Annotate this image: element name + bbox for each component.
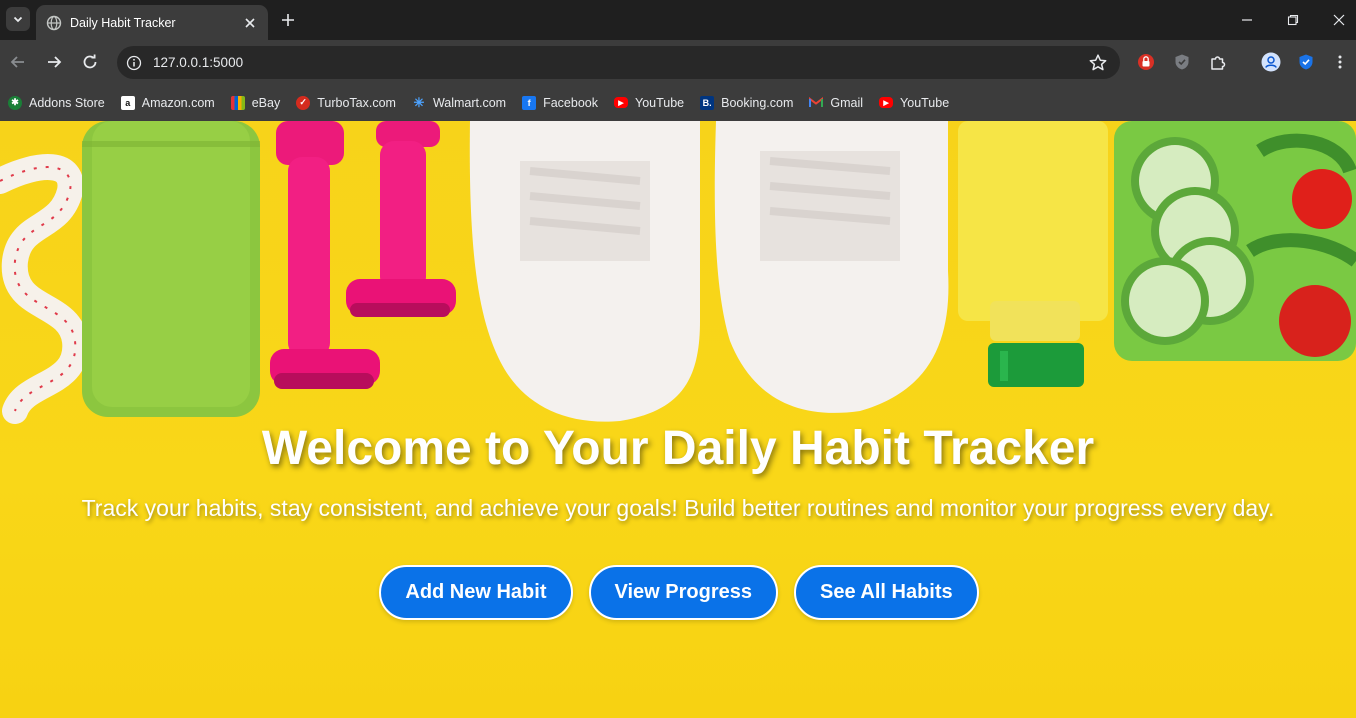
youtube-icon: ▶ [614, 97, 628, 108]
browser-toolbar: 127.0.0.1:5000 [0, 40, 1356, 84]
bookmark-turbotax[interactable]: ✓ TurboTax.com [296, 89, 404, 117]
walmart-icon: ✳ [413, 94, 425, 110]
bookmark-walmart[interactable]: ✳ Walmart.com [412, 89, 514, 117]
forward-button[interactable] [42, 50, 66, 74]
towel-icon [82, 121, 260, 417]
extension-password-button[interactable] [1296, 52, 1316, 72]
view-progress-button[interactable]: View Progress [588, 565, 778, 620]
youtube-icon: ▶ [879, 97, 894, 108]
extension-lock-button[interactable] [1136, 52, 1156, 72]
extension-shield-button[interactable] [1172, 52, 1192, 72]
hero-background-image [0, 121, 1356, 424]
minimize-button[interactable] [1235, 8, 1259, 32]
tab-title: Daily Habit Tracker [70, 15, 176, 30]
browser-menu-button[interactable] [1330, 52, 1350, 72]
bookmark-label: Facebook [543, 95, 598, 110]
kebab-menu-icon [1338, 55, 1342, 69]
tab-search-button[interactable] [6, 7, 30, 31]
puzzle-icon [1211, 56, 1226, 70]
turbotax-icon: ✓ [296, 95, 311, 110]
shield-check-icon [1299, 54, 1313, 70]
bookmark-label: eBay [251, 95, 281, 110]
bookmark-star-icon[interactable] [1088, 53, 1108, 73]
profile-button[interactable] [1261, 52, 1281, 72]
water-bottle-icon [958, 121, 1108, 387]
minimize-icon [1242, 19, 1252, 21]
reload-icon [83, 54, 97, 69]
close-window-button[interactable] [1327, 8, 1351, 32]
dumbbell-icon [346, 121, 456, 317]
bookmark-label: Booking.com [721, 95, 794, 110]
bookmark-youtube-2[interactable]: ▶ YouTube [879, 89, 957, 117]
chevron-down-icon [13, 16, 23, 23]
new-tab-button[interactable] [278, 10, 298, 30]
salad-bowl-icon [1114, 121, 1356, 361]
facebook-icon: f [522, 95, 537, 110]
add-new-habit-button[interactable]: Add New Habit [379, 565, 573, 620]
restore-icon [1287, 14, 1299, 26]
bookmark-youtube[interactable]: ▶ YouTube [614, 89, 692, 117]
profile-avatar-icon [1261, 52, 1281, 72]
back-button[interactable] [6, 50, 30, 74]
ebay-icon [230, 95, 245, 110]
bookmark-label: Addons Store [29, 95, 105, 110]
address-bar[interactable]: 127.0.0.1:5000 [117, 46, 1120, 79]
bookmark-label: Amazon.com [141, 95, 215, 110]
bookmark-addons-store[interactable]: ✱ Addons Store [8, 89, 113, 117]
bookmark-facebook[interactable]: f Facebook [522, 89, 606, 117]
bookmark-label: TurboTax.com [317, 95, 396, 110]
sneaker-icon [714, 121, 949, 413]
plus-icon [282, 14, 294, 26]
sneaker-icon [469, 121, 700, 422]
arrow-right-icon [48, 56, 62, 68]
reload-button[interactable] [78, 50, 102, 74]
url-text[interactable]: 127.0.0.1:5000 [153, 55, 243, 70]
bookmark-gmail[interactable]: Gmail [809, 89, 871, 117]
booking-icon: B. [700, 95, 715, 110]
globe-icon [46, 15, 62, 30]
bookmarks-bar: ✱ Addons Store a Amazon.com eBay ✓ Turbo… [0, 84, 1356, 121]
site-info-button[interactable] [125, 54, 143, 72]
measuring-tape-icon [0, 154, 89, 424]
action-buttons: Add New Habit View Progress See All Habi… [0, 565, 1356, 620]
bookmark-booking[interactable]: B. Booking.com [700, 89, 801, 117]
info-icon [126, 55, 142, 71]
bookmark-label: Walmart.com [432, 95, 507, 110]
hero-subtitle: Track your habits, stay consistent, and … [81, 495, 1275, 521]
restore-button[interactable] [1281, 8, 1305, 32]
tab-strip: Daily Habit Tracker [0, 0, 1356, 40]
bookmark-ebay[interactable]: eBay [230, 89, 289, 117]
bookmark-label: Gmail [830, 95, 864, 110]
close-icon [1333, 14, 1345, 26]
lock-extension-icon [1138, 54, 1154, 70]
bookmark-label: YouTube [900, 95, 950, 110]
tab-close-button[interactable] [242, 15, 258, 31]
arrow-left-icon [10, 56, 24, 68]
tab-active[interactable]: Daily Habit Tracker [36, 5, 268, 40]
dumbbell-icon [270, 121, 380, 389]
extensions-menu-button[interactable] [1208, 52, 1228, 72]
amazon-icon: a [120, 95, 135, 110]
bookmark-amazon[interactable]: a Amazon.com [120, 89, 223, 117]
shield-extension-icon [1175, 54, 1189, 70]
hero-title: Welcome to Your Daily Habit Tracker [261, 422, 1095, 475]
see-all-habits-button[interactable]: See All Habits [793, 565, 979, 620]
close-icon [245, 17, 255, 28]
addons-store-icon: ✱ [8, 95, 22, 110]
bookmark-label: YouTube [635, 95, 685, 110]
gmail-icon [809, 96, 824, 110]
page-viewport: Welcome to Your Daily Habit Tracker Trac… [0, 121, 1356, 718]
